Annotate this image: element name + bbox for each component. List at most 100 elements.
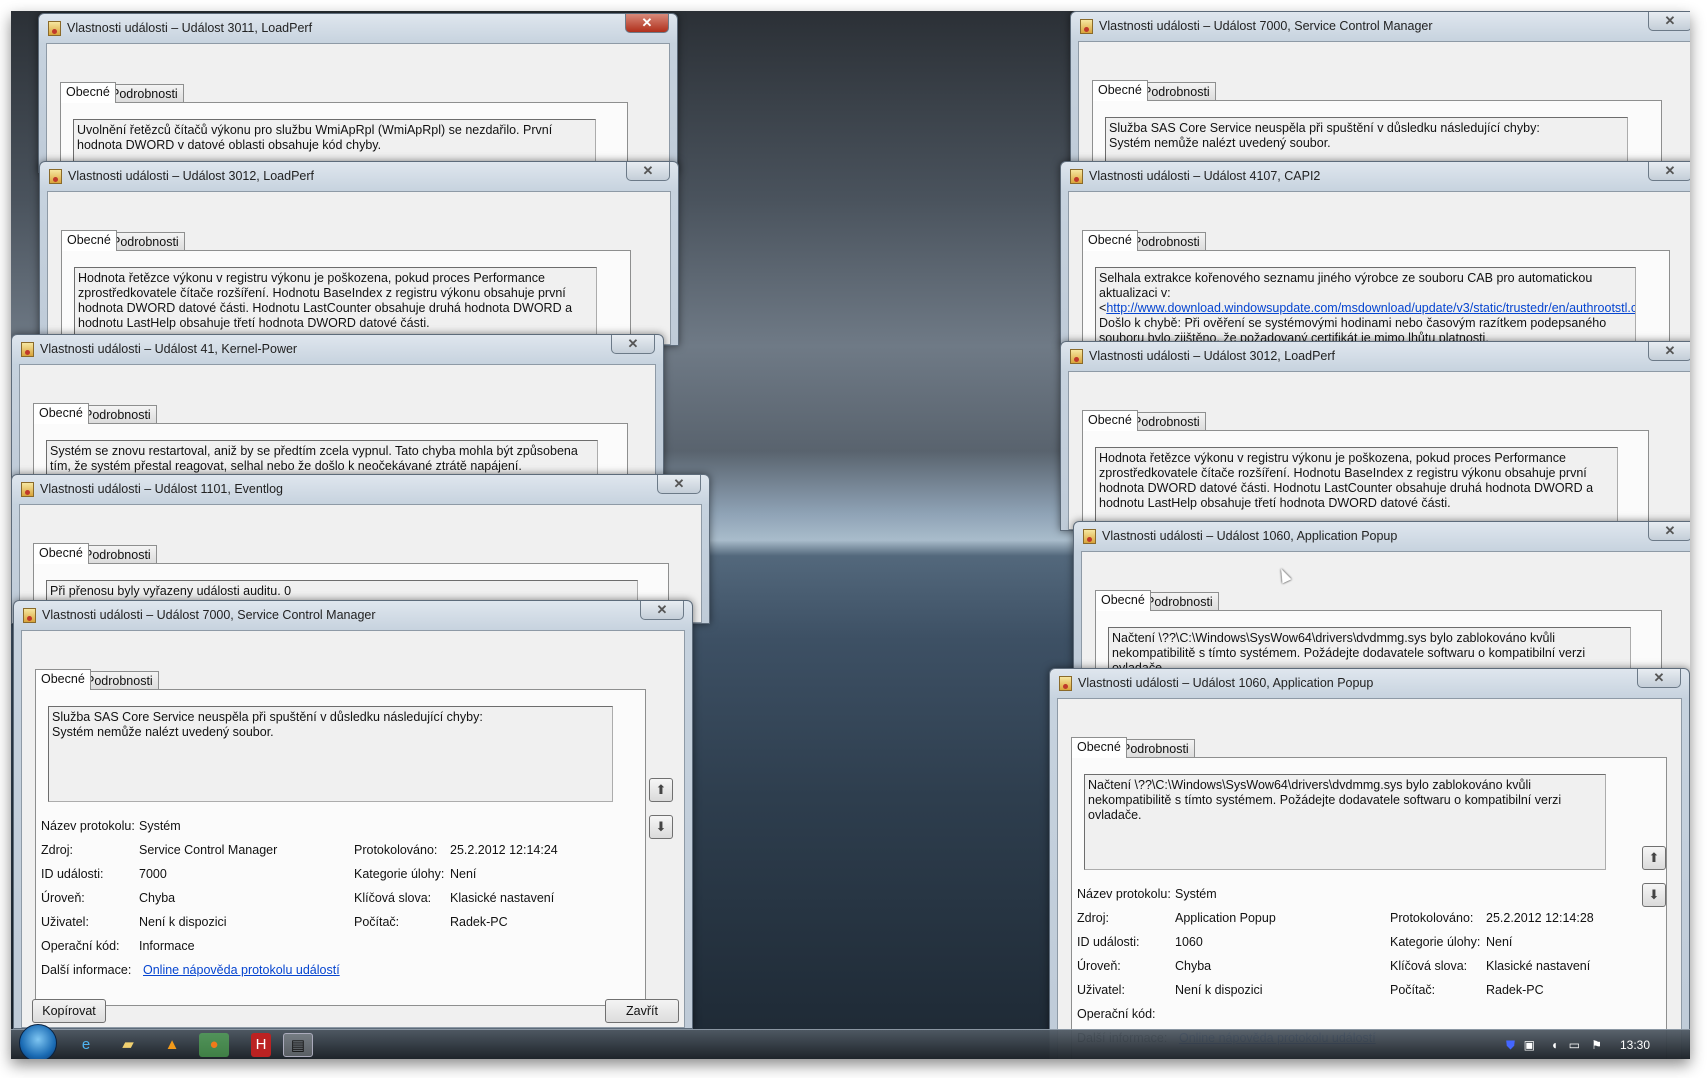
detail-label-keywords: Klíčová slova: (354, 891, 432, 905)
event-viewer-taskbar-icon[interactable]: ▤ (283, 1033, 313, 1057)
detail-value-keywords: Klasické nastavení (1486, 959, 1591, 973)
detail-label-logged: Protokolováno: (354, 843, 438, 857)
detail-value-more-info[interactable]: Online nápověda protokolu událostí (143, 963, 340, 977)
window-title: Vlastnosti události – Událost 3012, Load… (1089, 349, 1335, 363)
antivirus-tray-icon[interactable]: ⛊ (1506, 1038, 1515, 1053)
detail-value-computer: Radek-PC (1486, 983, 1544, 997)
event-description-text: Načtení \??\C:\Windows\SysWow64\drivers\… (1088, 778, 1565, 822)
event-properties-window: Vlastnosti události – Událost 4107, CAPI… (1060, 161, 1690, 346)
hijackthis-icon[interactable]: H (251, 1033, 271, 1057)
previous-event-button[interactable]: ⬆ (1642, 846, 1666, 870)
event-description-textbox[interactable]: Hodnota řetězce výkonu v registru výkonu… (1095, 447, 1618, 530)
internet-explorer-icon[interactable]: e (71, 1033, 101, 1057)
window-client-area: Obecné Podrobnosti Služba SAS Core Service… (1078, 41, 1690, 175)
window-title: Vlastnosti události – Událost 41, Kernel… (40, 342, 298, 356)
event-description-text: Služba SAS Core Service neuspěla při spu… (1109, 121, 1540, 150)
detail-label-log-name: Název protokolu: (1077, 887, 1171, 901)
action-center-flag-icon[interactable]: ⚑ (1591, 1038, 1602, 1052)
vlc-icon[interactable]: ▲ (157, 1033, 187, 1057)
tab-details[interactable]: Podrobnosti (1137, 82, 1216, 101)
detail-label-log-name: Název protokolu: (41, 819, 135, 833)
event-viewer-icon (23, 608, 36, 623)
tab-details[interactable]: Podrobnosti (1140, 592, 1219, 611)
event-viewer-icon (1083, 529, 1096, 544)
detail-label-logged: Protokolováno: (1390, 911, 1474, 925)
event-description-link[interactable]: http://www.download.windowsupdate.com/ms… (1106, 301, 1635, 315)
event-properties-window: Vlastnosti události – Událost 3012, Load… (1060, 341, 1690, 531)
tab-general[interactable]: Obecné (1082, 230, 1138, 251)
taskbar: e ▰ ▲ ● H ▤ ⛊ ▣ ◖ ▭ ⚑ 13:30 (11, 1024, 1690, 1059)
detail-label-source: Zdroj: (1077, 911, 1109, 925)
start-button[interactable] (19, 1024, 57, 1059)
tab-general[interactable]: Obecné (35, 669, 91, 690)
arrow-up-icon: ⬆ (655, 782, 667, 797)
tab-details[interactable]: Podrobnosti (1127, 412, 1206, 431)
tab-general[interactable]: Obecné (1095, 590, 1151, 611)
window-title: Vlastnosti události – Událost 1060, Appl… (1102, 529, 1398, 543)
detail-value-computer: Radek-PC (450, 915, 508, 929)
arrow-down-icon: ⬇ (1648, 887, 1660, 902)
tab-general[interactable]: Obecné (33, 403, 89, 424)
firefox-icon[interactable]: ● (199, 1033, 229, 1057)
close-window-button[interactable]: ✕ (1648, 522, 1690, 541)
event-description-textbox[interactable]: Načtení \??\C:\Windows\SysWow64\drivers\… (1084, 774, 1606, 870)
close-window-button[interactable]: ✕ (1648, 162, 1690, 181)
tab-general[interactable]: Obecné (1071, 737, 1127, 758)
close-window-button[interactable]: ✕ (640, 601, 684, 620)
next-event-button[interactable]: ⬇ (1642, 883, 1666, 907)
tab-general[interactable]: Obecné (60, 82, 116, 103)
volume-icon[interactable]: ◖ (1551, 1038, 1558, 1052)
tab-general[interactable]: Obecné (1092, 80, 1148, 101)
tab-details[interactable]: Podrobnosti (105, 84, 184, 103)
detail-label-user: Uživatel: (41, 915, 89, 929)
window-title: Vlastnosti události – Událost 7000, Serv… (42, 608, 376, 622)
detail-label-task-category: Kategorie úlohy: (354, 867, 445, 881)
arrow-up-icon: ⬆ (1648, 850, 1660, 865)
detail-label-event-id: ID události: (41, 867, 104, 881)
detail-label-keywords: Klíčová slova: (1390, 959, 1468, 973)
network-status-icon[interactable]: ▣ (1524, 1038, 1535, 1052)
copy-button[interactable]: Kopírovat (32, 999, 106, 1023)
clock[interactable]: 13:30 (1620, 1038, 1650, 1052)
event-viewer-icon (1070, 169, 1083, 184)
event-description-textbox[interactable]: Selhala extrakce kořenového seznamu jiné… (1095, 267, 1636, 345)
event-viewer-icon (49, 169, 62, 184)
close-button[interactable]: Zavřít (605, 999, 679, 1023)
detail-label-event-id: ID události: (1077, 935, 1140, 949)
event-description-textbox[interactable]: Služba SAS Core Service neuspěla při spu… (48, 706, 613, 802)
close-window-button[interactable]: ✕ (1648, 342, 1690, 361)
tab-details[interactable]: Podrobnosti (1116, 739, 1195, 758)
detail-label-task-category: Kategorie úlohy: (1390, 935, 1481, 949)
network-icon[interactable]: ▭ (1569, 1038, 1580, 1052)
detail-label-opcode: Operační kód: (41, 939, 120, 953)
detail-value-source: Service Control Manager (139, 843, 278, 857)
detail-label-computer: Počítač: (1390, 983, 1436, 997)
tab-details[interactable]: Podrobnosti (80, 671, 159, 690)
detail-value-opcode: Informace (139, 939, 195, 953)
detail-value-logged: 25.2.2012 12:14:28 (1486, 911, 1594, 925)
tab-general[interactable]: Obecné (61, 230, 117, 251)
previous-event-button[interactable]: ⬆ (649, 778, 673, 802)
tab-details[interactable]: Podrobnosti (1127, 232, 1206, 251)
close-window-button[interactable]: ✕ (1637, 669, 1681, 688)
close-window-button[interactable]: ✕ (611, 335, 655, 354)
window-title: Vlastnosti události – Událost 3012, Load… (68, 169, 314, 183)
next-event-button[interactable]: ⬇ (649, 815, 673, 839)
detail-label-more-info: Další informace: (41, 963, 132, 977)
window-client-area: Obecné Podrobnosti Systém se znovu restart… (19, 364, 656, 488)
detail-value-event-id: 1060 (1175, 935, 1203, 949)
close-window-button[interactable]: ✕ (1648, 12, 1690, 31)
detail-label-user: Uživatel: (1077, 983, 1125, 997)
detail-label-level: Úroveň: (1077, 959, 1121, 973)
tab-general[interactable]: Obecné (33, 543, 89, 564)
event-viewer-icon (1059, 676, 1072, 691)
close-window-button[interactable]: ✕ (626, 162, 670, 181)
folder-icon[interactable]: ▰ (113, 1033, 143, 1057)
detail-value-user: Není k dispozici (1175, 983, 1263, 997)
tab-details[interactable]: Podrobnosti (78, 545, 157, 564)
tab-details[interactable]: Podrobnosti (78, 405, 157, 424)
tab-general[interactable]: Obecné (1082, 410, 1138, 431)
close-window-button[interactable]: ✕ (657, 475, 701, 494)
close-window-button[interactable]: ✕ (625, 14, 669, 33)
tab-details[interactable]: Podrobnosti (106, 232, 185, 251)
